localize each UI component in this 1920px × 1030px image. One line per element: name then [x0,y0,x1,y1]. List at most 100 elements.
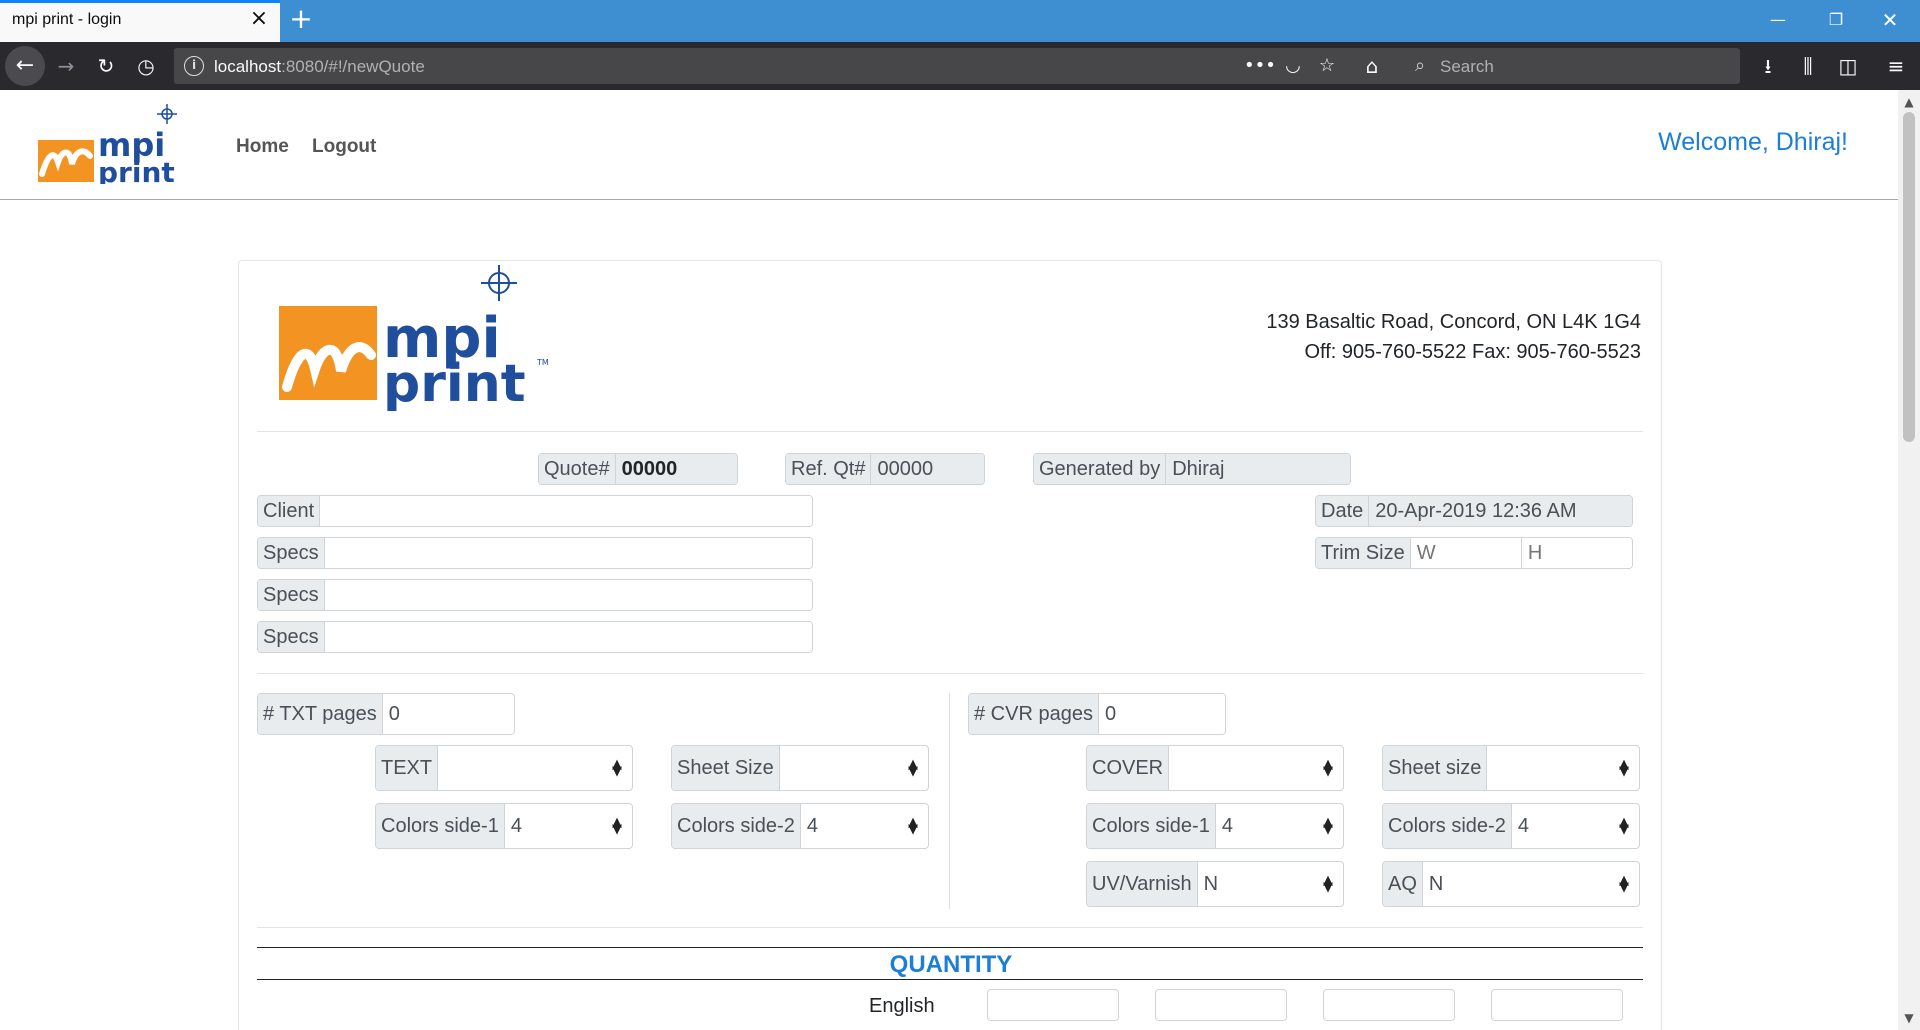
quantity-language-label: English [869,995,935,1017]
search-placeholder: Search [1440,57,1494,76]
trim-height-input[interactable]: H [1521,538,1632,568]
menu-icon[interactable]: ≡ [1882,52,1910,80]
specs-label: Specs [258,538,325,568]
cover-sheet-size-select[interactable]: Sheet size ▲ ▼ [1382,745,1640,791]
close-window-icon[interactable]: ✕ [1870,6,1910,34]
client-input[interactable] [320,496,812,526]
nav-home-link[interactable]: Home [236,136,289,158]
ref-quote-label: Ref. Qt# [786,454,872,484]
trademark-mark: TM [536,358,549,367]
quantity-rule-bottom [257,979,1643,980]
select-caret-icon: ▲ ▼ [612,757,622,779]
quote-number-group: Quote# 00000 [538,453,738,485]
quantity-input-4[interactable] [1491,989,1623,1021]
select-caret-icon: ▲ ▼ [1323,757,1333,779]
page-scrollbar[interactable]: ▲ ▼ [1898,90,1920,1030]
address-bar[interactable]: i localhost:8080/#!/newQuote ••• ◡ ☆ [174,48,1408,84]
divider [257,431,1643,432]
client-group: Client [257,495,813,527]
quantity-input-1[interactable] [987,989,1119,1021]
text-stock-select[interactable]: TEXT ▲ ▼ [375,745,633,791]
trim-width-input[interactable]: W [1410,538,1521,568]
ref-quote-group: Ref. Qt# 00000 [785,453,985,485]
txt-pages-input[interactable]: 0 [382,694,514,734]
quantity-heading: QUANTITY [889,951,1013,978]
specs-input-1[interactable] [324,538,812,568]
browser-tab-bar: mpi print - login × + — ❐ ✕ [0,0,1920,42]
mpi-print-logo[interactable]: mpi print [36,104,196,184]
url-path: :8080/#!/newQuote [281,57,425,76]
cvr-pages-input[interactable]: 0 [1098,694,1225,734]
select-caret-icon: ▲ ▼ [1323,815,1333,837]
cover-sheet-size-value [1487,746,1609,790]
nav-logout-link[interactable]: Logout [312,136,376,158]
cover-stock-value [1169,746,1313,790]
text-sheet-size-label: Sheet Size [672,746,780,790]
back-arrow-icon[interactable]: ← [5,46,45,86]
specs-label: Specs [258,622,325,652]
history-clock-icon[interactable]: ◷ [132,52,160,80]
company-phones: Off: 905-760-5522 Fax: 905-760-5523 [1304,341,1641,363]
date-group: Date 20-Apr-2019 12:36 AM [1315,495,1633,527]
minimize-icon[interactable]: — [1758,6,1798,34]
text-colors-side2-select[interactable]: Colors side-2 4 ▲ ▼ [671,803,929,849]
download-icon[interactable]: ⭳ [1754,52,1782,80]
logo-text-print: print [98,156,175,184]
specs-input-2[interactable] [324,580,812,610]
cover-sheet-size-label: Sheet size [1383,746,1488,790]
sidebar-icon[interactable]: ◫ [1834,52,1862,80]
scroll-down-arrow-icon[interactable]: ▼ [1898,1008,1920,1028]
browser-tab[interactable]: mpi print - login × [0,0,280,42]
company-address: 139 Basaltic Road, Concord, ON L4K 1G4 [1266,311,1641,333]
search-bar[interactable]: ⌕ Search [1400,48,1740,84]
quantity-input-2[interactable] [1155,989,1287,1021]
generated-by-group: Generated by Dhiraj [1033,453,1351,485]
scroll-up-arrow-icon[interactable]: ▲ [1898,92,1920,112]
home-icon[interactable]: ⌂ [1358,52,1386,80]
text-colors-side1-select[interactable]: Colors side-1 4 ▲ ▼ [375,803,633,849]
cover-colors-side1-select[interactable]: Colors side-1 4 ▲ ▼ [1086,803,1344,849]
welcome-message: Welcome, Dhiraj! [1658,128,1848,156]
ref-quote-field[interactable]: 00000 [871,454,984,484]
quantity-rule-top [257,947,1643,948]
divider [257,927,1643,928]
new-tab-icon[interactable]: + [288,5,314,33]
text-sheet-size-value [779,746,898,790]
cover-stock-select[interactable]: COVER ▲ ▼ [1086,745,1344,791]
close-tab-icon[interactable]: × [248,8,270,30]
select-caret-icon: ▲ ▼ [1619,815,1629,837]
cover-colors-side2-select[interactable]: Colors side-2 4 ▲ ▼ [1382,803,1640,849]
specs-input-3[interactable] [324,622,812,652]
text-colors-side1-value: 4 [504,804,602,848]
forward-arrow-icon[interactable]: → [52,52,80,80]
site-info-icon[interactable]: i [184,56,204,76]
text-stock-value [438,746,602,790]
scrollbar-thumb[interactable] [1903,112,1915,442]
generated-by-field: Dhiraj [1166,454,1350,484]
text-colors-side1-label: Colors side-1 [376,804,505,848]
text-colors-side2-value: 4 [800,804,898,848]
quantity-input-3[interactable] [1323,989,1455,1021]
select-caret-icon: ▲ ▼ [1619,873,1629,895]
quote-form-card: mpi print TM 139 Basaltic Road, Concord,… [238,260,1662,1030]
reload-icon[interactable]: ↻ [92,52,120,80]
trim-size-group: Trim Size W H [1315,537,1633,569]
text-sheet-size-select[interactable]: Sheet Size ▲ ▼ [671,745,929,791]
bookmark-star-icon[interactable]: ☆ [1314,54,1340,78]
library-icon[interactable]: ⫼ [1794,52,1822,80]
quote-number-label: Quote# [539,454,616,484]
restore-icon[interactable]: ❐ [1816,6,1856,34]
pocket-icon[interactable]: ◡ [1280,54,1306,78]
tab-title: mpi print - login [12,11,122,28]
client-label: Client [258,496,321,526]
page-actions-icon[interactable]: ••• [1244,54,1276,78]
aq-select[interactable]: AQ N ▲ ▼ [1382,861,1640,907]
txt-pages-group: # TXT pages 0 [257,693,515,735]
select-caret-icon: ▲ ▼ [1323,873,1333,895]
specs-group-2: Specs [257,579,813,611]
section-divider [949,693,950,909]
uv-varnish-select[interactable]: UV/Varnish N ▲ ▼ [1086,861,1344,907]
aq-label: AQ [1383,862,1423,906]
txt-pages-label: # TXT pages [258,694,383,734]
url-text[interactable]: localhost:8080/#!/newQuote [214,57,425,77]
